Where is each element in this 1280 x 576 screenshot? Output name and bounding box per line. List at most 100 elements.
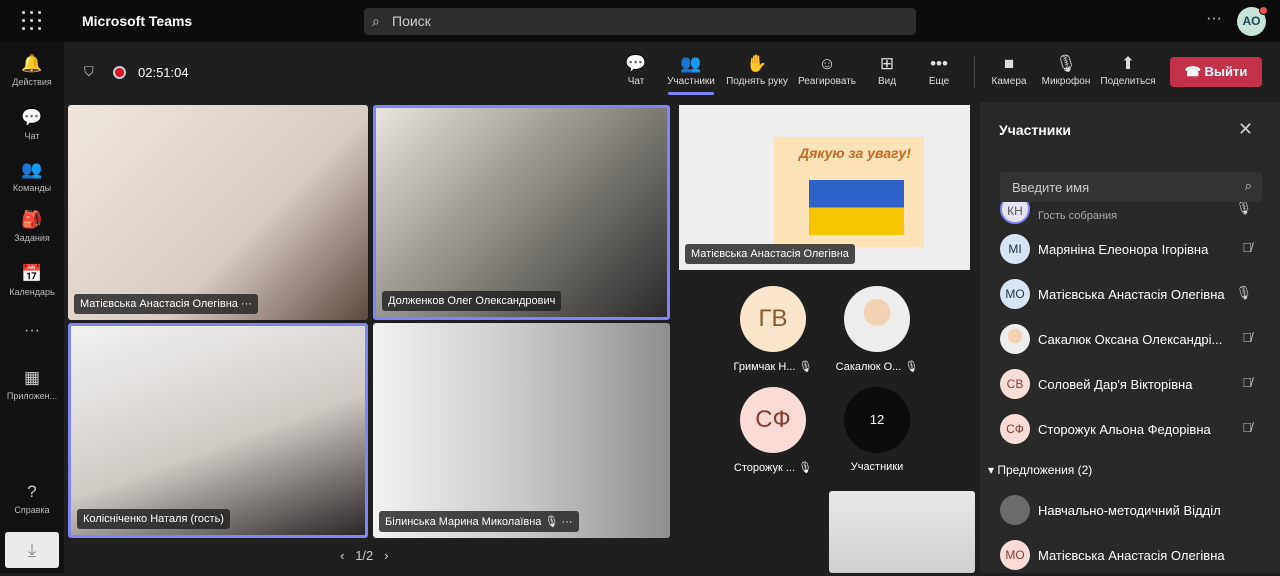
avatar: МІ: [1000, 234, 1030, 264]
rail-item-chat[interactable]: 💬 Чат: [0, 108, 64, 141]
microphone-button[interactable]: 🎙 Микрофон: [1038, 54, 1094, 87]
participant-name-label: Колісніченко Наталя (гость): [77, 509, 230, 529]
camera-button[interactable]: ■ Камера: [988, 54, 1030, 87]
video-tile[interactable]: Колісніченко Наталя (гость): [68, 323, 368, 538]
name: Сакалюк О...: [835, 361, 902, 373]
user-avatar[interactable]: AO: [1237, 6, 1268, 36]
participant-row[interactable]: МО Матієвська Анастасія Олегівна 🎙: [1000, 275, 1262, 315]
status-badge: [1259, 6, 1268, 15]
user-initials: AO: [1242, 14, 1261, 28]
rail-more-icon[interactable]: ···: [0, 322, 64, 340]
avatar: [1000, 495, 1030, 525]
rail-label: Чат: [24, 131, 40, 141]
shared-screen[interactable]: Дякую за увагу! Матієвська Анастасія Оле…: [679, 105, 970, 270]
participants-overflow-tile[interactable]: 12 Участники: [812, 387, 942, 473]
rail-item-activity[interactable]: 🔔 Действия: [0, 54, 64, 87]
participant-name: Маряніна Елеонора Ігорівна: [1038, 242, 1209, 257]
participant-row[interactable]: МІ Маряніна Елеонора Ігорівна 🎙̸: [1000, 230, 1262, 270]
raise-hand-button[interactable]: ✋ Поднять руку: [724, 54, 790, 87]
search-icon: ⌕: [372, 13, 380, 29]
suggestion-row[interactable]: Навчально-методичний Відділ: [1000, 491, 1262, 531]
close-icon[interactable]: ✕: [1238, 119, 1253, 140]
people-icon: 👥: [680, 54, 702, 73]
view-button[interactable]: ⊞ Вид: [872, 54, 902, 87]
overflow-count: 12: [844, 387, 910, 453]
self-video-preview[interactable]: [829, 491, 975, 573]
avatar: СФ: [1000, 414, 1030, 444]
participant-row[interactable]: СФ Сторожук Альона Федорівна 🎙̸: [1000, 410, 1262, 450]
share-icon: ⬆: [1120, 54, 1136, 73]
rail-label: Команды: [12, 183, 52, 193]
toolbar-divider: [974, 56, 975, 88]
label: Чат: [627, 76, 645, 87]
participant-search-input[interactable]: Введите имя ⌕: [1000, 172, 1262, 202]
participant-row[interactable]: СВ Соловей Дар'я Вікторівна 🎙̸: [1000, 365, 1262, 405]
participant-tile[interactable]: Сакалюк О... 🎙: [812, 286, 942, 373]
rail-item-calendar[interactable]: 📅 Календарь: [0, 264, 64, 297]
participant-role: Гость собрания: [1038, 210, 1118, 222]
video-tile[interactable]: Долженков Олег Олександрович: [373, 105, 670, 320]
more-button[interactable]: ••• Еще: [924, 54, 954, 87]
participant-row[interactable]: Сакалюк Оксана Олександрі... 🎙̸: [1000, 320, 1262, 360]
label: Камера: [991, 76, 1027, 87]
avatar: СВ: [1000, 369, 1030, 399]
chat-icon: 💬: [21, 108, 43, 127]
shield-icon: ⛉: [84, 64, 94, 79]
react-button[interactable]: ☺ Реагировать: [796, 54, 858, 87]
suggestions-section-toggle[interactable]: ▾ Предложения (2): [988, 463, 1092, 477]
hand-icon: ✋: [746, 54, 768, 73]
label: Микрофон: [1041, 76, 1091, 87]
label: Еще: [928, 76, 950, 87]
meeting-toolbar: ⛉ 02:51:04 💬 Чат 👥 Участники ✋ Поднять руку…: [64, 42, 1280, 102]
panel-title: Участники: [999, 122, 1071, 138]
mic-off-icon: 🎙: [1055, 54, 1077, 73]
rail-item-apps[interactable]: ▦ Приложен...: [0, 368, 64, 401]
mic-off-icon: 🎙̸: [1242, 375, 1252, 390]
app-launcher-icon[interactable]: [22, 11, 42, 31]
participant-name-label: Долженков Олег Олександрович: [382, 291, 562, 311]
prev-page-button[interactable]: ‹: [340, 548, 344, 563]
next-page-button[interactable]: ›: [384, 548, 388, 563]
download-icon[interactable]: ⤓: [5, 532, 59, 568]
label: Вид: [877, 76, 897, 87]
name: Колісніченко Наталя (гость): [83, 513, 224, 525]
participant-name-label: Білинська Марина Миколаївна 🎙 ···: [379, 511, 579, 532]
label: Участники: [667, 76, 715, 87]
app-rail: 🔔 Действия 💬 Чат 👥 Команды 🎒 Задания 📅 Календ…: [0, 42, 64, 573]
more-icon[interactable]: ···: [1206, 10, 1222, 28]
video-tile[interactable]: Білинська Марина Миколаївна 🎙 ···: [373, 323, 670, 538]
more-icon[interactable]: ···: [241, 298, 252, 310]
participant-name: Соловей Дар'я Вікторівна: [1038, 377, 1193, 392]
rail-label: Приложен...: [6, 391, 58, 401]
search-placeholder: Поиск: [392, 13, 431, 29]
section-label: Предложения (2): [997, 463, 1093, 477]
rail-item-teams[interactable]: 👥 Команды: [0, 160, 64, 193]
leave-button[interactable]: ☎ Выйти: [1170, 57, 1262, 87]
avatar: [844, 286, 910, 352]
avatar: ГВ: [740, 286, 806, 352]
name: Гримчак Н...: [733, 361, 796, 373]
search-input[interactable]: ⌕ Поиск: [364, 8, 916, 35]
chat-button[interactable]: 💬 Чат: [621, 54, 651, 87]
avatar: МО: [1000, 540, 1030, 570]
suggestion-row[interactable]: МО Матієвська Анастасія Олегівна: [1000, 536, 1262, 576]
video-tile[interactable]: Матієвська Анастасія Олегівна ···: [68, 105, 368, 320]
bell-icon: 🔔: [21, 54, 43, 73]
smile-icon: ☺: [818, 54, 836, 73]
apps-icon: ▦: [23, 368, 41, 387]
rail-item-assignments[interactable]: 🎒 Задания: [0, 210, 64, 243]
search-icon: ⌕: [1244, 178, 1252, 193]
presenter-name: Матієвська Анастасія Олегівна: [685, 244, 855, 264]
more-icon[interactable]: ···: [562, 516, 573, 528]
label: Поднять руку: [726, 76, 788, 87]
share-button[interactable]: ⬆ Поделиться: [1100, 54, 1156, 87]
rail-label: Действия: [12, 77, 52, 87]
rail-label: Справка: [14, 505, 50, 515]
name: Сторожук ...: [733, 462, 796, 474]
mic-off-icon: 🎙: [904, 361, 919, 373]
phone-hangup-icon: ☎: [1184, 64, 1205, 79]
rail-item-help[interactable]: ? Справка: [0, 482, 64, 515]
calendar-icon: 📅: [21, 264, 43, 283]
mic-off-icon: 🎙̸: [1242, 420, 1252, 435]
participants-button[interactable]: 👥 Участники: [664, 54, 718, 95]
